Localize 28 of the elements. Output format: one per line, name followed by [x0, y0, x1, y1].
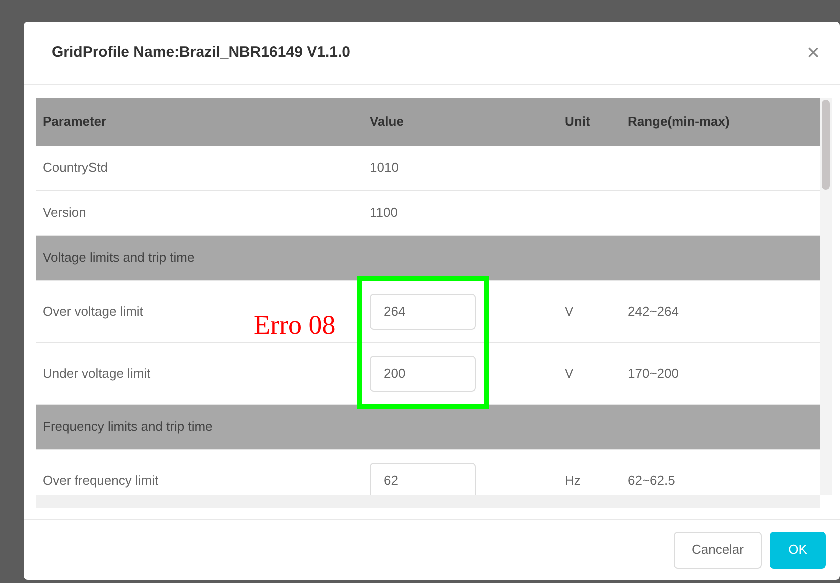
section-title: Frequency limits and trip time — [43, 418, 213, 436]
value-field[interactable]: 62 — [370, 462, 476, 495]
vertical-scrollbar[interactable] — [820, 98, 832, 495]
value-field[interactable]: 264 — [370, 294, 476, 330]
parameter-name: Over voltage limit — [43, 304, 144, 319]
cancel-button[interactable]: Cancelar — [674, 532, 762, 568]
unit-text: V — [565, 304, 574, 319]
column-header: Unit — [565, 114, 590, 130]
range-text: 170~200 — [628, 366, 679, 381]
annotation-text: Erro 08 — [254, 312, 336, 339]
parameter-value: 1100 — [370, 205, 398, 220]
range-text: 62~62.5 — [628, 472, 676, 488]
column-header: Parameter — [43, 114, 107, 130]
value-field[interactable]: 200 — [370, 356, 476, 392]
parameter-name: CountryStd — [43, 160, 108, 176]
parameter-value: 1010 — [370, 160, 399, 176]
column-header: Range(min-max) — [628, 114, 730, 130]
close-button[interactable]: × — [807, 42, 820, 64]
unit-text: V — [565, 366, 574, 381]
parameter-name: Version — [43, 205, 86, 220]
dialog-title: GridProfile Name:Brazil_NBR16149 V1.1.0 — [52, 42, 350, 63]
column-header: Value — [370, 114, 404, 130]
unit-text: Hz — [565, 472, 581, 488]
parameter-name: Under voltage limit — [43, 366, 151, 381]
section-title: Voltage limits and trip time — [43, 249, 195, 268]
parameter-name: Over frequency limit — [43, 472, 159, 488]
horizontal-scrollbar[interactable] — [36, 495, 820, 508]
range-text: 242~264 — [628, 304, 679, 319]
